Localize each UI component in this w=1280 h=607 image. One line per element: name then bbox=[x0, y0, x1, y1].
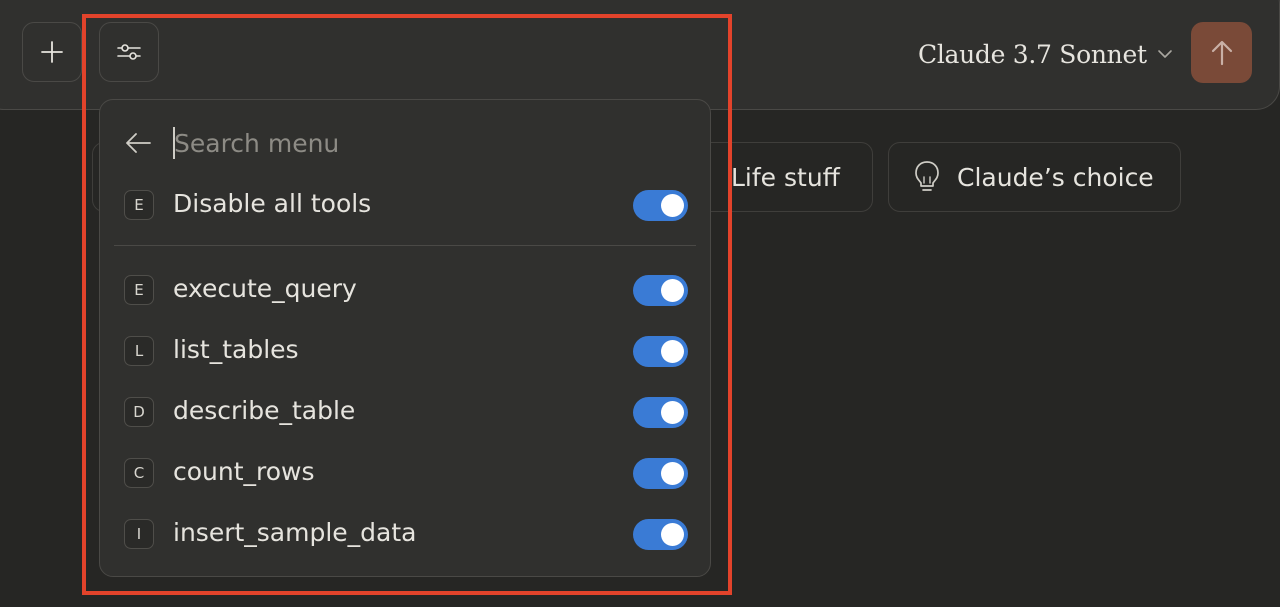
disable-all-tools-toggle[interactable] bbox=[633, 190, 688, 221]
send-button[interactable] bbox=[1191, 22, 1252, 83]
tool-label: count_rows bbox=[173, 457, 315, 486]
tool-row-count-rows[interactable]: C count_rows bbox=[100, 451, 710, 495]
toggle-knob bbox=[661, 279, 684, 302]
chat-page: Claude 3.7 Sonnet Life stuff Claude’s ch… bbox=[0, 0, 1280, 607]
tool-label: insert_sample_data bbox=[173, 518, 417, 547]
tool-toggle[interactable] bbox=[633, 336, 688, 367]
toggle-knob bbox=[661, 523, 684, 546]
tool-row-insert-sample-data[interactable]: I insert_sample_data bbox=[100, 512, 710, 556]
tools-menu: E Disable all tools E execute_query L li… bbox=[99, 99, 711, 577]
toggle-knob bbox=[661, 401, 684, 424]
tool-badge: I bbox=[124, 519, 154, 549]
tool-toggle[interactable] bbox=[633, 458, 688, 489]
tools-settings-button[interactable] bbox=[99, 22, 159, 82]
tool-label: list_tables bbox=[173, 335, 299, 364]
arrow-up-icon bbox=[1211, 40, 1232, 65]
add-button[interactable] bbox=[22, 22, 82, 82]
lightbulb-icon bbox=[915, 161, 939, 191]
tool-badge: L bbox=[124, 336, 154, 366]
toggle-knob bbox=[661, 462, 684, 485]
tool-row-list-tables[interactable]: L list_tables bbox=[100, 329, 710, 373]
toggle-knob bbox=[661, 340, 684, 363]
tool-row-execute-query[interactable]: E execute_query bbox=[100, 268, 710, 312]
tool-badge: E bbox=[124, 275, 154, 305]
tool-label: execute_query bbox=[173, 274, 357, 303]
menu-divider bbox=[114, 245, 696, 246]
tool-badge: D bbox=[124, 397, 154, 427]
menu-search-row bbox=[100, 122, 710, 164]
chip-label: Life stuff bbox=[731, 162, 840, 192]
disable-all-tools-row[interactable]: E Disable all tools bbox=[100, 183, 710, 227]
chip-label: Claude’s choice bbox=[957, 162, 1154, 192]
tool-label: describe_table bbox=[173, 396, 356, 425]
suggestion-chip-claudes-choice[interactable]: Claude’s choice bbox=[888, 142, 1181, 212]
tool-toggle[interactable] bbox=[633, 397, 688, 428]
plus-icon bbox=[41, 41, 63, 63]
tool-badge: E bbox=[124, 190, 154, 220]
tool-toggle[interactable] bbox=[633, 275, 688, 306]
model-name: Claude 3.7 Sonnet bbox=[918, 39, 1147, 69]
sliders-icon bbox=[117, 44, 141, 60]
model-selector[interactable]: Claude 3.7 Sonnet bbox=[918, 36, 1173, 72]
menu-search-input[interactable] bbox=[172, 124, 674, 162]
tool-badge: C bbox=[124, 458, 154, 488]
arrow-left-icon[interactable] bbox=[124, 131, 152, 159]
text-cursor bbox=[173, 127, 175, 159]
toggle-knob bbox=[661, 194, 684, 217]
disable-all-tools-label: Disable all tools bbox=[173, 189, 372, 218]
tool-row-describe-table[interactable]: D describe_table bbox=[100, 390, 710, 434]
chevron-down-icon bbox=[1157, 49, 1173, 59]
tool-toggle[interactable] bbox=[633, 519, 688, 550]
